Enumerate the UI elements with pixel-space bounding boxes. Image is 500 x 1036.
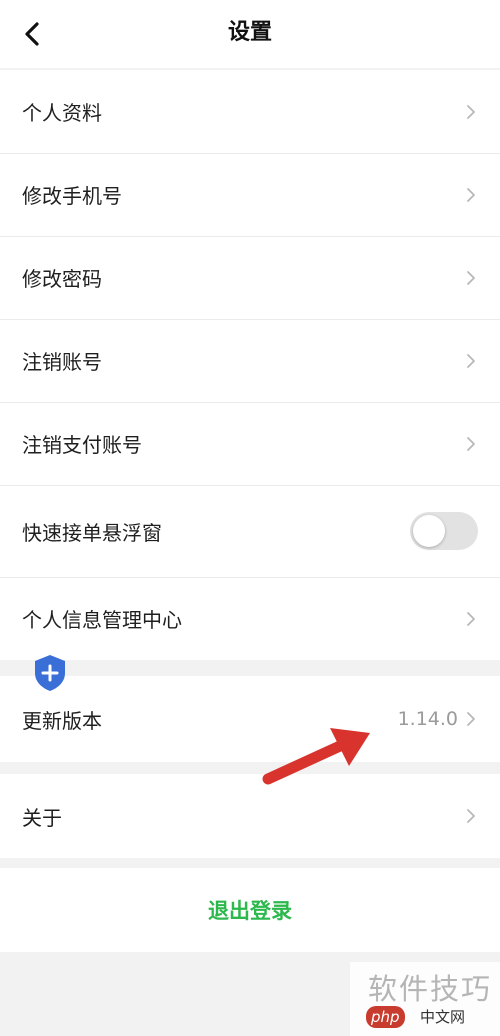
logout-button[interactable]: 退出登录 <box>0 868 500 952</box>
php-logo: php <box>366 1006 405 1028</box>
settings-item-change-password[interactable]: 修改密码 <box>0 236 500 319</box>
settings-item-profile[interactable]: 个人资料 <box>0 70 500 153</box>
settings-item-label: 更新版本 <box>22 708 102 733</box>
chevron-right-icon <box>464 186 478 204</box>
settings-item-cancel-account[interactable]: 注销账号 <box>0 319 500 402</box>
settings-item-label: 注销支付账号 <box>22 433 142 457</box>
chevron-right-icon <box>464 269 478 287</box>
chevron-right-icon <box>464 435 478 453</box>
about-group: 关于 <box>0 774 500 858</box>
watermark-site: 中文网 <box>420 1008 466 1026</box>
settings-item-label: 修改密码 <box>22 267 102 291</box>
settings-item-label: 注销账号 <box>22 350 102 374</box>
logout-label: 退出登录 <box>208 899 292 923</box>
settings-group: 个人资料 修改手机号 修改密码 注销账号 注销支付账号 快速接单悬浮窗 个人信息… <box>0 70 500 660</box>
settings-item-personal-info-center[interactable]: 个人信息管理中心 <box>0 577 500 660</box>
settings-item-label: 个人信息管理中心 <box>22 608 182 632</box>
chevron-right-icon <box>464 710 478 728</box>
settings-item-cancel-payment-account[interactable]: 注销支付账号 <box>0 402 500 485</box>
quick-order-float-toggle[interactable] <box>410 512 478 550</box>
settings-item-label: 修改手机号 <box>22 184 122 208</box>
top-bar: 设置 <box>0 0 500 68</box>
shield-plus-icon <box>35 655 65 691</box>
version-value: 1.14.0 <box>397 708 458 730</box>
settings-item-label: 个人资料 <box>22 101 102 125</box>
settings-item-change-phone[interactable]: 修改手机号 <box>0 153 500 236</box>
chevron-right-icon <box>464 352 478 370</box>
settings-item-label: 关于 <box>22 805 62 830</box>
toggle-knob <box>413 515 445 547</box>
chevron-right-icon <box>464 610 478 628</box>
chevron-right-icon <box>464 103 478 121</box>
update-group: 更新版本 1.14.0 <box>0 676 500 762</box>
settings-item-label: 快速接单悬浮窗 <box>22 520 162 545</box>
watermark: 软件技巧 php 中文网 <box>350 962 500 1036</box>
settings-item-quick-order-float: 快速接单悬浮窗 <box>0 485 500 577</box>
settings-item-update-version[interactable]: 更新版本 1.14.0 <box>0 676 500 762</box>
settings-item-about[interactable]: 关于 <box>0 774 500 858</box>
page-title: 设置 <box>227 20 272 45</box>
watermark-text: 软件技巧 <box>367 972 492 1006</box>
chevron-right-icon <box>464 807 478 825</box>
